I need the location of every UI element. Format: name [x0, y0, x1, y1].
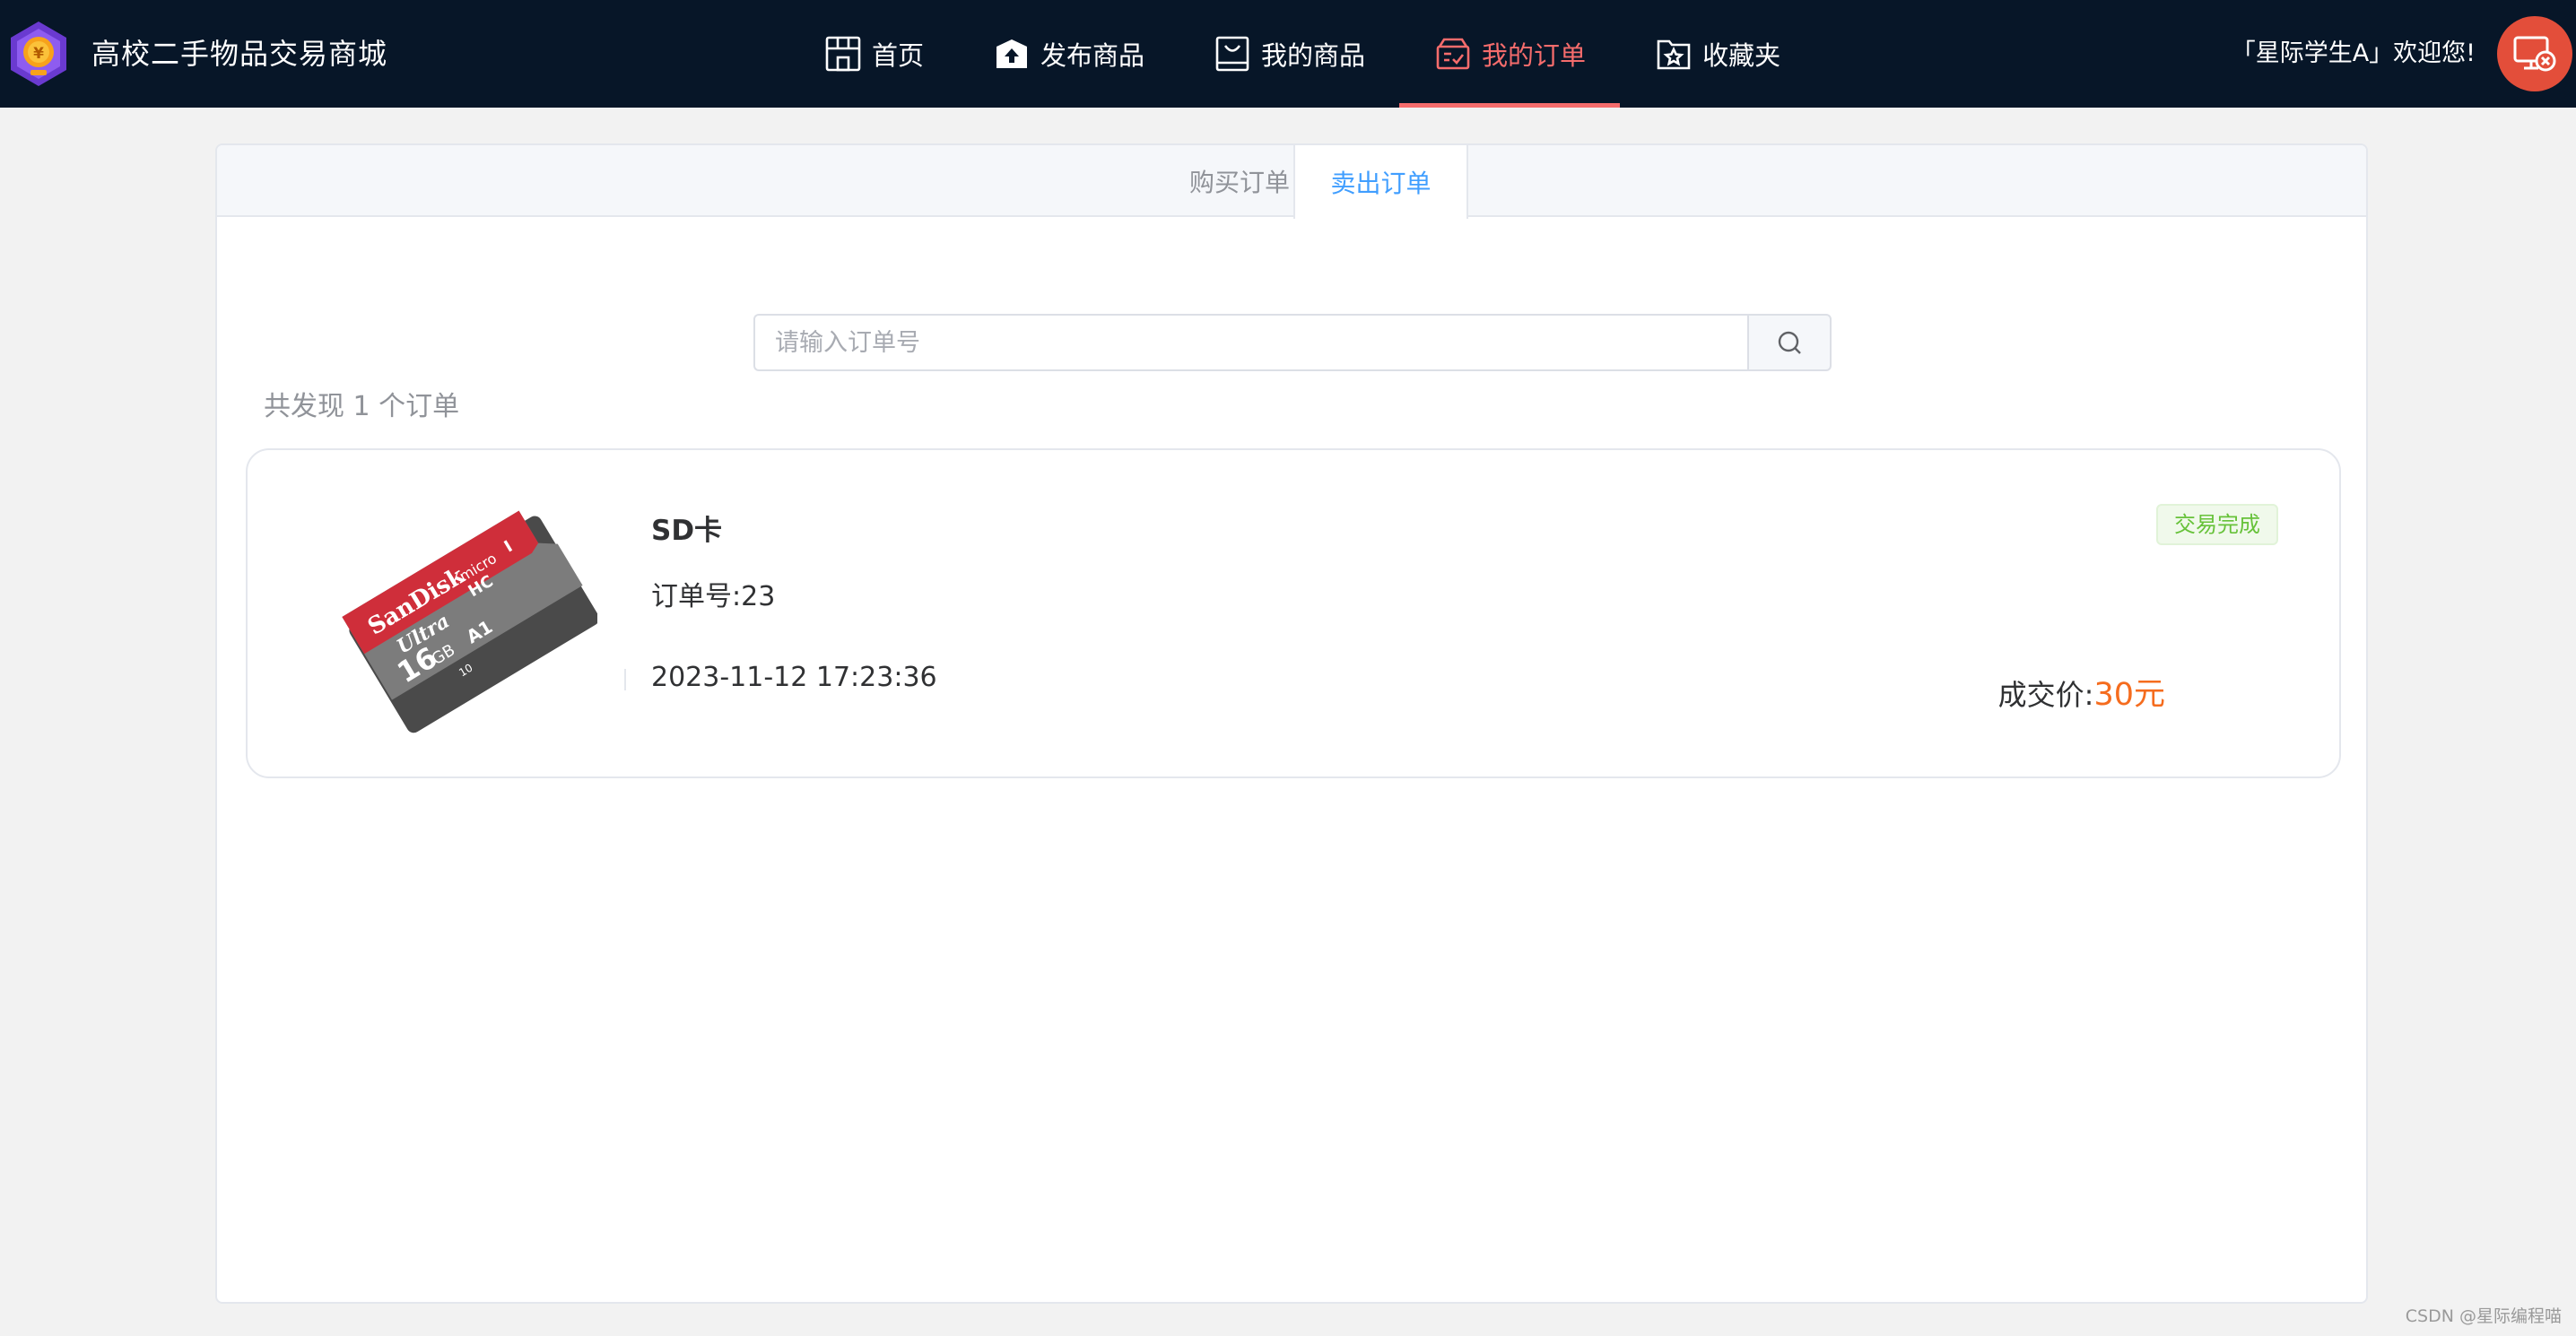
order-price: 成交价:30元	[1998, 669, 2165, 715]
nav-home[interactable]: 首页	[789, 0, 958, 108]
order-search-input[interactable]	[753, 314, 1747, 371]
price-label: 成交价:	[1997, 678, 2094, 712]
logo-icon[interactable]: ¥	[7, 20, 70, 88]
nav-publish-label: 发布商品	[1040, 40, 1145, 71]
order-item[interactable]: SanDisk Ultra 16 GB micro HC I A1 10 SD卡…	[246, 448, 2341, 778]
search-button[interactable]	[1747, 314, 1832, 371]
tab-sell-orders[interactable]: 卖出订单	[1293, 145, 1468, 219]
result-count: 共发现 1 个订单	[264, 391, 460, 422]
orders-card: 购买订单 卖出订单 共发现 1 个订单 SanDisk Ultra 16 GB …	[215, 143, 2368, 1304]
order-number: 订单号:23	[651, 581, 776, 612]
site-title: 高校二手物品交易商城	[91, 37, 388, 71]
nav-home-label: 首页	[872, 40, 925, 71]
order-tabs: 购买订单 卖出订单	[217, 145, 2366, 219]
nav-favorites-label: 收藏夹	[1702, 40, 1781, 71]
svg-text:¥: ¥	[33, 45, 44, 63]
search-icon	[1778, 331, 1801, 354]
product-image[interactable]: SanDisk Ultra 16 GB micro HC I A1 10	[328, 491, 597, 733]
logout-button[interactable]	[2497, 16, 2572, 91]
status-badge: 交易完成	[2156, 504, 2278, 545]
nav-my-orders[interactable]: 我的订单	[1399, 0, 1621, 108]
logout-monitor-icon	[2513, 36, 2556, 72]
star-folder-icon	[1657, 39, 1691, 70]
nav-publish[interactable]: 发布商品	[958, 0, 1179, 108]
nav-favorites[interactable]: 收藏夹	[1620, 0, 1815, 108]
top-navbar: ¥ 高校二手物品交易商城 首页 发布商品 我的商品 我的订单 收藏夹 「星际学生…	[0, 0, 2576, 108]
nav-my-goods-label: 我的商品	[1261, 40, 1366, 71]
welcome-text: 「星际学生A」欢迎您!	[2231, 39, 2476, 67]
order-product-name: SD卡	[651, 515, 723, 547]
shopping-bag-icon	[1215, 36, 1249, 72]
price-value: 30元	[2093, 677, 2165, 713]
main-nav: 首页 发布商品 我的商品 我的订单 收藏夹	[789, 0, 1815, 108]
nav-my-goods[interactable]: 我的商品	[1179, 0, 1399, 108]
item-divider	[624, 669, 626, 690]
order-box-icon	[1436, 38, 1470, 70]
nav-my-orders-label: 我的订单	[1482, 40, 1587, 71]
order-search	[753, 314, 1832, 371]
watermark: CSDN @星际编程喵	[2405, 1306, 2562, 1326]
order-time: 2023-11-12 17:23:36	[651, 662, 937, 693]
storefront-icon	[825, 36, 861, 72]
upload-box-icon	[996, 39, 1028, 68]
